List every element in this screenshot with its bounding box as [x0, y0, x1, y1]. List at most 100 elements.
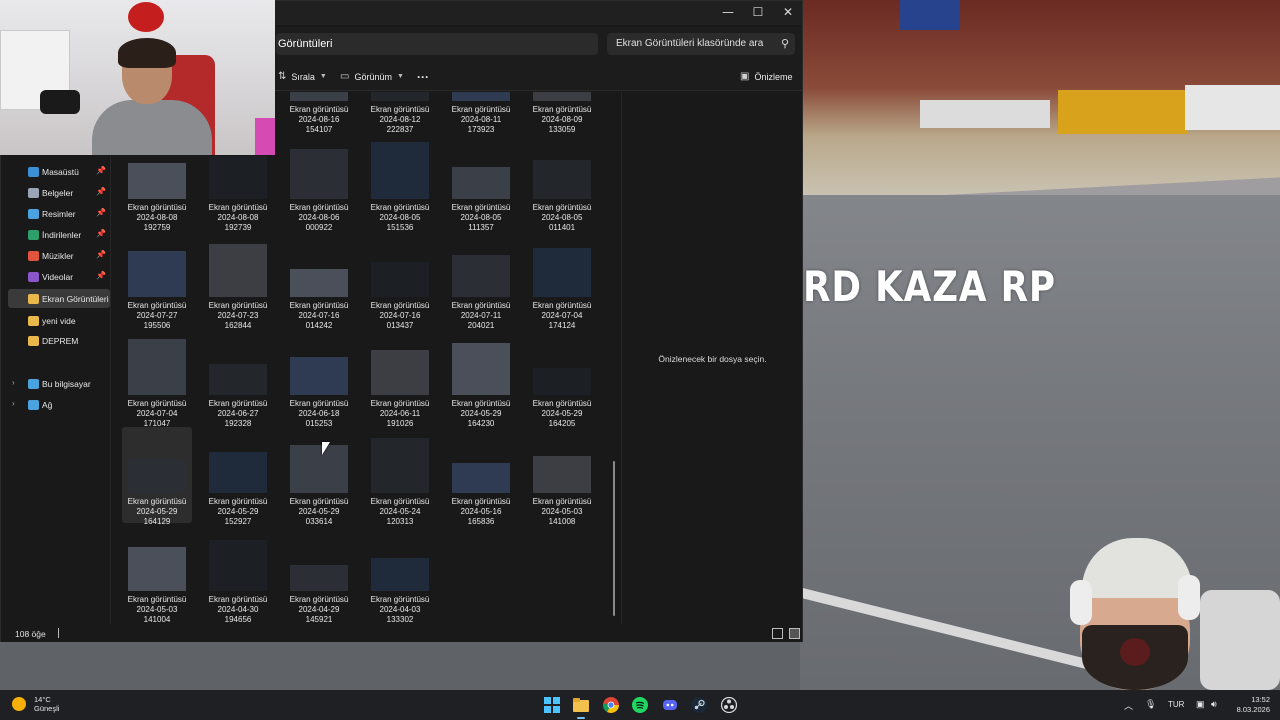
sidebar-item-label: Videolar: [42, 271, 74, 282]
file-item[interactable]: Ekran görüntüsü 2024-05-29 033614: [284, 427, 354, 526]
file-item[interactable]: Ekran görüntüsü 2024-05-03 141008: [527, 427, 597, 526]
webcam-headset-right: [1178, 575, 1200, 620]
file-item[interactable]: Ekran görüntüsü 2024-05-29 152927: [203, 427, 273, 526]
webcam-body: [92, 100, 212, 155]
file-item[interactable]: Ekran görüntüsü 2024-07-04 171047: [122, 329, 192, 428]
file-item[interactable]: Ekran görüntüsü 2024-08-09 133059: [527, 92, 597, 134]
game-sign-contractors: [920, 100, 1050, 128]
sidebar-item[interactable]: › Bu bilgisayar: [8, 374, 110, 393]
file-date: 2024-05-03: [541, 507, 583, 516]
file-name: Ekran görüntüsü: [370, 595, 430, 604]
maximize-button[interactable]: ☐: [743, 1, 773, 23]
file-item[interactable]: Ekran görüntüsü 2024-07-23 162844: [203, 231, 273, 330]
chevron-up-icon[interactable]: ︿: [1124, 699, 1133, 712]
library-icon: [28, 209, 39, 219]
sidebar-item[interactable]: yeni vide: [8, 311, 110, 330]
file-item[interactable]: Ekran görüntüsü 2024-08-12 222837: [365, 92, 435, 134]
sidebar-item[interactable]: Belgeler 📌: [8, 183, 110, 202]
content-scrollbar[interactable]: [613, 461, 615, 616]
file-explorer-icon[interactable]: [571, 695, 591, 719]
file-item[interactable]: Ekran görüntüsü 2024-07-16 014242: [284, 231, 354, 330]
preview-pane-button[interactable]: ▣ Önizleme: [740, 69, 792, 85]
sidebar-item[interactable]: Masaüstü 📌: [8, 162, 110, 181]
minimize-button[interactable]: —: [713, 1, 743, 23]
details-view-button[interactable]: [772, 628, 783, 639]
file-item[interactable]: Ekran görüntüsü 2024-04-29 145921: [284, 525, 354, 624]
file-item[interactable]: Ekran görüntüsü 2024-08-05 111357: [446, 133, 516, 232]
more-options-button[interactable]: ···: [417, 69, 429, 85]
file-item[interactable]: Ekran görüntüsü 2024-07-04 174124: [527, 231, 597, 330]
file-item[interactable]: Ekran görüntüsü 2024-08-11 173923: [446, 92, 516, 134]
file-item[interactable]: Ekran görüntüsü 2024-08-06 000922: [284, 133, 354, 232]
file-item[interactable]: Ekran görüntüsü 2024-08-05 151536: [365, 133, 435, 232]
clock[interactable]: 13:52 8.03.2026: [1232, 695, 1270, 715]
sidebar-item-label: Masaüstü: [42, 166, 79, 177]
file-date: 2024-04-03: [379, 605, 421, 614]
start-icon[interactable]: [542, 695, 562, 715]
library-icon: [28, 167, 39, 177]
view-label: Görünüm: [354, 72, 392, 82]
sidebar-item[interactable]: İndirilenler 📌: [8, 225, 110, 244]
chevron-right-icon[interactable]: ›: [12, 378, 15, 387]
weather-widget[interactable]: 14°C Güneşli: [12, 695, 59, 713]
file-item[interactable]: Ekran görüntüsü 2024-04-03 133302: [365, 525, 435, 624]
search-input[interactable]: Ekran Görüntüleri klasöründe ara ⚲: [607, 33, 795, 55]
sort-button[interactable]: ⇅ Sırala ▼: [278, 69, 327, 85]
volume-icon[interactable]: 🔊︎: [1211, 699, 1217, 710]
taskbar: 14°C Güneşli ︿ 🎙︎ TUR ▣ 🔊︎ 13:52 8.03.20…: [0, 690, 1280, 720]
webcam-chair: [1200, 590, 1280, 690]
file-item[interactable]: Ekran görüntüsü 2024-05-29 164205: [527, 329, 597, 428]
file-item[interactable]: Ekran görüntüsü 2024-07-11 204021: [446, 231, 516, 330]
file-name: Ekran görüntüsü: [208, 301, 268, 310]
file-thumbnail: [209, 244, 267, 297]
file-thumbnail: [533, 92, 591, 101]
file-date: 2024-07-16: [298, 311, 340, 320]
chevron-right-icon[interactable]: ›: [12, 399, 15, 408]
file-item[interactable]: Ekran görüntüsü 2024-06-18 015253: [284, 329, 354, 428]
steam-icon[interactable]: [689, 695, 709, 715]
sidebar-item[interactable]: Müzikler 📌: [8, 246, 110, 265]
file-item[interactable]: Ekran görüntüsü 2024-05-16 165836: [446, 427, 516, 526]
address-path-input[interactable]: Görüntüleri: [276, 33, 598, 55]
sidebar-item[interactable]: › Ağ: [8, 395, 110, 414]
file-date: 2024-08-12: [379, 115, 421, 124]
network-icon[interactable]: ▣: [1196, 699, 1205, 710]
sun-icon: [12, 697, 26, 711]
file-item[interactable]: Ekran görüntüsü 2024-06-27 192328: [203, 329, 273, 428]
file-item[interactable]: Ekran görüntüsü 2024-05-24 120313: [365, 427, 435, 526]
file-item[interactable]: Ekran görüntüsü 2024-04-30 194656: [203, 525, 273, 624]
language-indicator[interactable]: TUR: [1168, 700, 1184, 709]
file-item[interactable]: Ekran görüntüsü 2024-08-16 154107: [284, 92, 354, 134]
sidebar-item[interactable]: Ekran Görüntüleri: [8, 289, 110, 308]
file-name: Ekran görüntüsü: [451, 203, 511, 212]
file-item[interactable]: Ekran görüntüsü 2024-07-27 195506: [122, 231, 192, 330]
close-button[interactable]: ✕: [773, 1, 803, 23]
sidebar-item-label: İndirilenler: [42, 229, 82, 240]
discord-icon[interactable]: [660, 695, 680, 715]
sidebar-item[interactable]: DEPREM: [8, 331, 110, 350]
sort-icon: ⇅: [278, 71, 287, 82]
large-icons-view-button[interactable]: [789, 628, 800, 639]
file-date: 2024-07-16: [379, 311, 421, 320]
obs-icon[interactable]: [719, 695, 739, 715]
file-name: Ekran görüntüsü: [451, 399, 511, 408]
library-icon: [28, 230, 39, 240]
microphone-icon[interactable]: 🎙︎: [1145, 699, 1156, 710]
preview-pane-icon: ▣: [740, 71, 750, 82]
sidebar-item[interactable]: Resimler 📌: [8, 204, 110, 223]
file-thumbnail: [533, 368, 591, 395]
file-item[interactable]: Ekran görüntüsü 2024-05-29 164129: [122, 427, 192, 526]
spotify-icon[interactable]: [630, 695, 650, 715]
file-thumbnail: [290, 269, 348, 297]
file-item[interactable]: Ekran görüntüsü 2024-05-29 164230: [446, 329, 516, 428]
sidebar-item[interactable]: Videolar 📌: [8, 267, 110, 286]
file-item[interactable]: Ekran görüntüsü 2024-08-05 011401: [527, 133, 597, 232]
file-thumbnail: [452, 167, 510, 199]
file-item[interactable]: Ekran görüntüsü 2024-07-16 013437: [365, 231, 435, 330]
chrome-icon[interactable]: [601, 695, 621, 715]
view-button[interactable]: ▭ Görünüm ▼: [340, 69, 404, 85]
file-date: 2024-06-11: [379, 409, 421, 418]
file-item[interactable]: Ekran görüntüsü 2024-06-11 191026: [365, 329, 435, 428]
file-item[interactable]: Ekran görüntüsü 2024-05-03 141004: [122, 525, 192, 624]
folder-icon: [28, 294, 39, 304]
